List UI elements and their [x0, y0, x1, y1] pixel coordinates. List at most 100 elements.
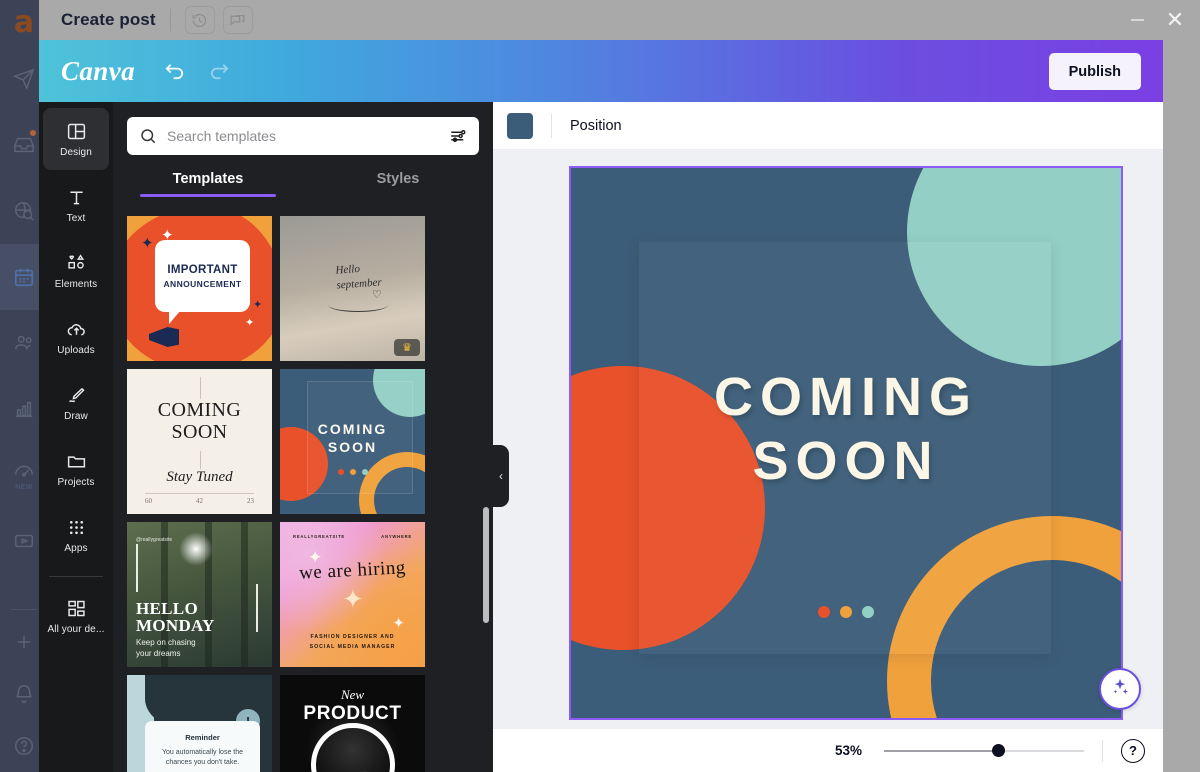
speedometer-new-tag: NEW: [15, 483, 33, 491]
design-dots[interactable]: [571, 606, 1121, 618]
slider-knob[interactable]: [992, 744, 1005, 757]
template-subtitle: You automatically lose the chances you d…: [161, 749, 244, 767]
search-input[interactable]: [167, 128, 449, 144]
sun-flare: [179, 532, 213, 566]
color-swatch-button[interactable]: [507, 112, 533, 139]
panel-scrollbar[interactable]: [483, 507, 489, 623]
divider-line: [199, 377, 201, 399]
template-subtitle: Keep on chasing your dreams: [136, 638, 196, 658]
templates-scroll-region[interactable]: ✦ ✦ ✦ ✦ IMPORTANT ANNOUNCEMENT Hello sep…: [113, 210, 493, 772]
editor-toolbar: Position: [493, 102, 1163, 150]
template-subtitle: PRODUCT: [303, 703, 402, 724]
rail-divider: [11, 609, 37, 610]
text-icon: [66, 187, 87, 208]
canva-logo[interactable]: Canva: [61, 56, 135, 87]
panel-collapse-button[interactable]: ‹: [493, 445, 509, 507]
sidebar-item-all-designs[interactable]: All your de...: [43, 585, 109, 647]
editor-status-bar: 53% ?: [493, 728, 1163, 772]
position-button[interactable]: Position: [570, 118, 622, 134]
crown-icon: ♛: [394, 339, 420, 356]
editor-area: Position COMING SOON 53% ?: [493, 102, 1163, 772]
sidebar-item-text[interactable]: Text: [43, 174, 109, 236]
reminder-card: Reminder You automatically lose the chan…: [145, 721, 260, 772]
template-card-important-announcement[interactable]: ✦ ✦ ✦ ✦ IMPORTANT ANNOUNCEMENT: [127, 216, 272, 361]
design-canvas[interactable]: COMING SOON: [569, 166, 1123, 720]
template-card-we-are-hiring[interactable]: REALLYGREATSITE ANYWHERE ✦ ✦ ✦ we are hi…: [280, 522, 425, 667]
sidebar-item-draw[interactable]: Draw: [43, 372, 109, 434]
template-title: COMING SOON: [317, 421, 388, 455]
template-handle: @reallygreatsite: [136, 537, 173, 543]
undo-icon[interactable]: [163, 60, 186, 83]
template-subtitle: Stay Tuned: [166, 469, 233, 485]
zoom-level-label: 53%: [834, 743, 862, 758]
template-title: IMPORTANT: [167, 263, 238, 276]
sidebar-item-elements[interactable]: Elements: [43, 240, 109, 302]
template-title: New: [340, 687, 365, 702]
redo-icon[interactable]: [208, 60, 231, 83]
template-card-hello-monday[interactable]: @reallygreatsite HELLO MONDAY Keep on cha…: [127, 522, 272, 667]
all-designs-icon: [66, 598, 87, 619]
template-card-coming-soon-serif[interactable]: COMING SOON Stay Tuned 60 42 23: [127, 369, 272, 514]
canva-editor: Canva Publish Design Text Elements Uploa…: [39, 40, 1163, 772]
template-card-coming-soon-blue[interactable]: COMING SOON: [280, 369, 425, 514]
history-icon[interactable]: [184, 6, 215, 34]
help-button[interactable]: ?: [1121, 738, 1145, 763]
sparkle-icon: ✦: [141, 235, 154, 252]
canva-header: Canva Publish: [39, 40, 1163, 102]
inbox-badge: [30, 130, 36, 136]
comments-icon[interactable]: [222, 6, 253, 34]
templates-grid: ✦ ✦ ✦ ✦ IMPORTANT ANNOUNCEMENT Hello sep…: [113, 216, 493, 772]
draw-icon: [66, 385, 87, 406]
projects-icon: [66, 451, 87, 472]
dot-yellow: [840, 606, 852, 618]
template-tag-right: ANYWHERE: [381, 534, 412, 539]
zoom-slider[interactable]: [884, 744, 1084, 758]
sidebar-label-design: Design: [60, 146, 92, 158]
design-title-text[interactable]: COMING SOON: [571, 366, 1121, 493]
publish-button[interactable]: Publish: [1048, 53, 1141, 90]
tab-templates[interactable]: Templates: [113, 171, 303, 197]
create-post-modal: Create post ✕ Canva Publish Design Text …: [39, 0, 1200, 772]
minimize-button[interactable]: [1118, 3, 1156, 37]
template-subtitle: FASHION DESIGNER AND SOCIAL MEDIA MANAGER: [309, 634, 396, 651]
template-card-new-product[interactable]: New PRODUCT: [280, 675, 425, 772]
speech-bubble: IMPORTANT ANNOUNCEMENT: [155, 240, 250, 324]
modal-title-bar: Create post ✕: [39, 0, 1200, 40]
number-3: 23: [247, 497, 254, 505]
template-dots: [280, 469, 425, 475]
divider-line: [145, 493, 254, 494]
template-title: HELLO MONDAY: [136, 599, 215, 636]
sidebar-label-text: Text: [66, 212, 86, 224]
bracket-decoration: [136, 544, 138, 592]
filter-sliders-icon[interactable]: [449, 127, 467, 145]
statusbar-divider: [1102, 739, 1103, 762]
elements-icon: [66, 253, 87, 274]
magic-studio-button[interactable]: [1099, 668, 1141, 710]
design-icon: [66, 121, 87, 142]
sparkle-icon: ✦: [245, 317, 255, 329]
sidebar-item-design[interactable]: Design: [43, 108, 109, 170]
close-icon[interactable]: ✕: [1156, 3, 1194, 37]
number-1: 60: [145, 497, 152, 505]
canvas-workspace[interactable]: COMING SOON: [493, 150, 1163, 728]
sparkle-icon: ✦: [392, 615, 405, 632]
toolbar-divider: [551, 113, 552, 138]
template-title: Reminder: [185, 733, 220, 742]
tab-styles[interactable]: Styles: [303, 171, 493, 197]
search-icon: [139, 127, 157, 145]
sidebar-item-apps[interactable]: Apps: [43, 504, 109, 566]
sidebar-item-uploads[interactable]: Uploads: [43, 306, 109, 368]
sidebar-label-uploads: Uploads: [57, 344, 95, 356]
dot-orange: [818, 606, 830, 618]
divider-line: [199, 451, 201, 469]
template-card-reminder[interactable]: ! Reminder You automatically lose the ch…: [127, 675, 272, 772]
template-tag-left: REALLYGREATSITE: [293, 534, 346, 539]
template-card-hello-september[interactable]: Hello september ♡ ♛: [280, 216, 425, 361]
sidebar-label-apps: Apps: [64, 542, 88, 554]
search-box[interactable]: [127, 117, 479, 155]
slider-fill: [884, 749, 998, 752]
panel-tabs: Templates Styles: [113, 171, 493, 197]
title-line-1: COMING: [714, 367, 978, 427]
template-title: we are hiring: [298, 557, 407, 584]
sidebar-item-projects[interactable]: Projects: [43, 438, 109, 500]
